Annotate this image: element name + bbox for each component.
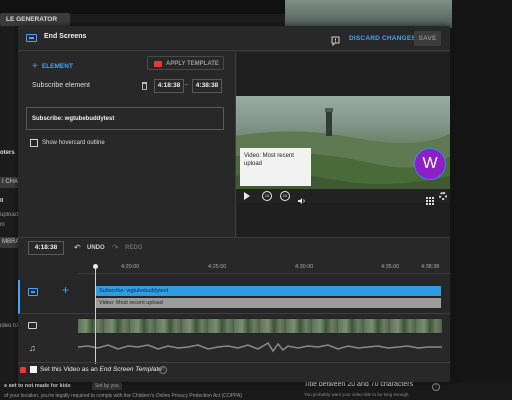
ruler-label: 4:25:00 bbox=[208, 264, 227, 270]
background-text-ideo: ideo to bbox=[0, 323, 18, 329]
end-time-field[interactable]: 4:38:38 bbox=[192, 79, 222, 93]
settings-gear-icon[interactable] bbox=[439, 192, 447, 200]
play-icon[interactable] bbox=[244, 192, 250, 200]
subscribe-channel-field[interactable]: Subscribe: wgtubebuddytest bbox=[26, 107, 224, 130]
background-text-ni: ni bbox=[0, 222, 5, 228]
background-text-upload: upload bbox=[0, 212, 18, 218]
grid-icon[interactable] bbox=[426, 192, 434, 205]
subscribe-avatar[interactable]: W bbox=[414, 148, 446, 180]
redo-icon[interactable]: ↷ bbox=[112, 243, 119, 252]
start-time-field[interactable]: 4:18:38 bbox=[154, 79, 184, 93]
plus-icon: + bbox=[32, 61, 38, 72]
undo-button[interactable]: UNDO bbox=[87, 245, 105, 251]
playhead-handle[interactable] bbox=[93, 264, 98, 269]
dialog-header: End Screens DISCARD CHANGES SAVE bbox=[18, 26, 450, 51]
hovercard-label: Show hovercard outline bbox=[42, 140, 105, 146]
redo-button[interactable]: REDO bbox=[125, 245, 142, 251]
subscribe-channel-value: Subscribe: wgtubebuddytest bbox=[32, 116, 115, 122]
background-text-ll: ll bbox=[0, 198, 4, 204]
ruler-label: 4:35:00 bbox=[381, 264, 400, 270]
playhead-line[interactable] bbox=[95, 266, 96, 364]
title-length-hint: You probably want your video title to be… bbox=[304, 392, 409, 397]
background-chip-2: MBRA bbox=[0, 237, 18, 248]
background-chip-1: I CHA bbox=[0, 177, 18, 188]
time-separator: – bbox=[185, 82, 189, 88]
set-by-you-chip: Set by you bbox=[92, 382, 122, 390]
apply-template-label: APPLY TEMPLATE bbox=[166, 60, 219, 67]
end-screen-track-icon bbox=[28, 288, 38, 296]
volume-icon[interactable] bbox=[298, 192, 306, 204]
video-card[interactable]: Video: Most recent upload bbox=[240, 148, 311, 186]
feedback-icon[interactable] bbox=[331, 33, 340, 47]
add-element-button[interactable]: + ELEMENT bbox=[32, 60, 73, 72]
template-label-prefix: Set this Video as an bbox=[40, 366, 98, 373]
video-element-bar[interactable]: Video: Most recent upload bbox=[96, 298, 441, 308]
video-card-text: Video: Most recent upload bbox=[244, 153, 294, 167]
background-right-column bbox=[452, 0, 512, 400]
delete-element-icon[interactable] bbox=[142, 82, 147, 90]
end-screen-icon bbox=[26, 34, 37, 42]
hovercard-checkbox[interactable] bbox=[30, 139, 38, 147]
subscribe-element-bar[interactable]: Subscribe: wgtubebuddytest bbox=[96, 286, 441, 296]
dialog-title: End Screens bbox=[44, 33, 87, 40]
template-red-icon bbox=[20, 367, 26, 373]
subscribe-element-bar-label: Subscribe: wgtubebuddytest bbox=[99, 287, 169, 294]
background-text-oters: oters bbox=[0, 150, 15, 156]
template-label-emphasis: End Screen Template bbox=[99, 366, 162, 373]
player-controls: 10 10 bbox=[236, 189, 450, 205]
template-info-icon[interactable]: ? bbox=[159, 366, 167, 374]
timeline-toolbar bbox=[18, 237, 450, 259]
forward-10-icon[interactable]: 10 bbox=[280, 191, 290, 201]
help-icon[interactable]: ? bbox=[432, 383, 440, 391]
generator-chip: LE GENERATOR bbox=[0, 13, 70, 26]
template-icon bbox=[154, 61, 162, 67]
video-filmstrip bbox=[78, 318, 442, 334]
ruler-label: 4:20:00 bbox=[121, 264, 140, 270]
element-name: Subscribe element bbox=[32, 82, 90, 89]
ruler-label: 4:38:38 bbox=[421, 264, 440, 270]
ruler-label: 4:30:00 bbox=[295, 264, 314, 270]
audio-waveform bbox=[77, 340, 442, 354]
video-element-bar-label: Video: Most recent upload bbox=[99, 299, 163, 306]
template-checkbox[interactable] bbox=[30, 366, 37, 373]
video-track-icon bbox=[28, 322, 37, 329]
add-element-label: ELEMENT bbox=[41, 63, 73, 70]
apply-template-button-box[interactable]: APPLY TEMPLATE bbox=[147, 56, 224, 70]
waveform bbox=[77, 341, 442, 353]
audio-track-icon: ♫ bbox=[29, 343, 36, 353]
title-length-heading: Title between 20 and 70 characters bbox=[304, 381, 414, 388]
replay-10-icon[interactable]: 10 bbox=[262, 191, 272, 201]
current-time-field[interactable]: 4:18:38 bbox=[28, 241, 64, 255]
coppa-text: of your location, you're legally require… bbox=[4, 393, 243, 399]
video-frame: Video: Most recent upload W bbox=[236, 96, 450, 189]
template-label: Set this Video as an End Screen Template bbox=[40, 366, 162, 373]
add-element-plus-icon[interactable]: + bbox=[62, 283, 69, 297]
made-for-kids-text: s set to not made for kids bbox=[4, 383, 71, 389]
undo-icon[interactable]: ↶ bbox=[74, 243, 81, 252]
background-thumbnail bbox=[285, 0, 455, 28]
element-editor-panel: + ELEMENT APPLY TEMPLATE Subscribe elemen… bbox=[18, 52, 236, 237]
discard-changes-button[interactable]: DISCARD CHANGES bbox=[349, 35, 416, 42]
save-button[interactable]: SAVE bbox=[414, 31, 441, 46]
